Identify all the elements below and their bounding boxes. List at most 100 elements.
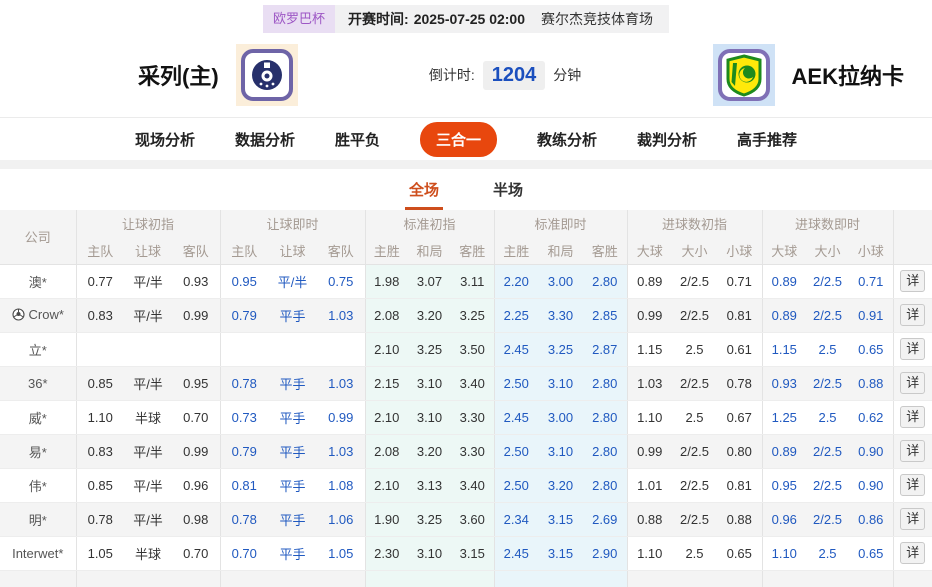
company-cell: 澳* [0, 264, 76, 299]
odds-table-header: 公司 让球初指 让球即时 标准初指 标准即时 进球数初指 进球数即时 主队 让球 客队 主队 让球 客队… [0, 210, 932, 265]
odds-cell: 3.10 [538, 434, 583, 469]
odds-table-body: 澳* 0.77 平/半 0.93 0.95 平/半 0.75 1.98 3.07 3.11 2.20… [0, 264, 932, 587]
col-header: 主胜 [364, 237, 408, 265]
detail-button[interactable]: 详 [900, 303, 926, 327]
odds-cell: 0.89 [761, 298, 807, 333]
odds-cell: 0.88 [626, 502, 672, 537]
detail-cell: 详 [892, 536, 932, 571]
odds-cell: 0.90 [849, 434, 894, 469]
odds-cell: 2.20 [493, 264, 538, 299]
odds-cell [219, 332, 268, 367]
nav-tab[interactable]: 数据分析 [235, 129, 295, 150]
odds-cell: 3.13 [408, 468, 451, 503]
odds-cell: 2/2.5 [806, 502, 850, 537]
odds-cell: 1.10 [626, 536, 672, 571]
odds-cell: 2.5 [806, 536, 850, 571]
odds-cell [219, 570, 268, 587]
odds-cell: 0.99 [172, 434, 220, 469]
odds-cell: 0.81 [717, 298, 763, 333]
odds-cell [172, 570, 220, 587]
odds-cell [451, 570, 494, 587]
odds-cell: 2.5 [672, 332, 717, 367]
odds-cell: 0.96 [761, 502, 807, 537]
countdown: 倒计时: 1204 分钟 [298, 60, 713, 90]
odds-cell: 平手 [268, 298, 317, 333]
nav-tab[interactable]: 裁判分析 [637, 129, 697, 150]
odds-cell: 0.83 [75, 298, 124, 333]
col-header: 和局 [538, 237, 583, 265]
sub-tab[interactable]: 半场 [489, 171, 527, 210]
odds-cell: 0.65 [849, 536, 894, 571]
group-header: 标准初指 [364, 210, 494, 237]
nav-tab[interactable]: 三合一 [419, 121, 497, 157]
odds-cell: 0.98 [172, 502, 220, 537]
match-info-bar: 欧罗巴杯 开赛时间: 2025-07-25 02:00 赛尔杰竞技体育场 [0, 0, 932, 33]
odds-cell: 2.50 [493, 434, 538, 469]
nav-tab[interactable]: 胜平负 [335, 129, 380, 150]
odds-cell [364, 570, 408, 587]
detail-button[interactable]: 详 [900, 337, 926, 361]
odds-cell: 0.65 [849, 332, 894, 367]
odds-cell: 2.08 [364, 298, 408, 333]
detail-button[interactable]: 详 [900, 473, 926, 497]
odds-cell: 0.70 [172, 536, 220, 571]
odds-cell [408, 570, 451, 587]
odds-cell: 0.78 [717, 366, 763, 401]
odds-row: 伟* 0.85 平/半 0.96 0.81 平手 1.08 2.10 3.13 3.40 2.50 3… [0, 468, 932, 503]
countdown-unit: 分钟 [553, 67, 582, 83]
sub-tabs: 全场 半场 [0, 169, 932, 210]
odds-cell: 2/2.5 [806, 298, 850, 333]
odds-row [0, 570, 932, 587]
odds-cell: 0.88 [717, 502, 763, 537]
odds-cell: 2/2.5 [672, 366, 717, 401]
nav-tab[interactable]: 高手推荐 [737, 129, 797, 150]
odds-cell: 3.10 [408, 366, 451, 401]
detail-button[interactable]: 详 [900, 439, 926, 463]
sub-tab[interactable]: 全场 [404, 171, 443, 210]
odds-cell [538, 570, 583, 587]
odds-cell: 2/2.5 [672, 434, 717, 469]
nav-tab[interactable]: 教练分析 [537, 129, 597, 150]
odds-cell: 0.99 [626, 434, 672, 469]
odds-cell: 2.10 [364, 332, 408, 367]
detail-button[interactable]: 详 [900, 405, 926, 429]
company-cell: 36* [0, 366, 76, 401]
detail-cell: 详 [892, 434, 932, 469]
odds-cell: 0.65 [717, 536, 763, 571]
odds-cell: 半球 [124, 536, 172, 571]
odds-cell [124, 332, 172, 367]
odds-cell [717, 570, 763, 587]
detail-button[interactable]: 详 [900, 269, 926, 293]
odds-cell: 3.15 [451, 536, 494, 571]
odds-cell [761, 570, 807, 587]
odds-cell: 2.45 [493, 400, 538, 435]
odds-cell: 3.20 [538, 468, 583, 503]
odds-cell: 2.08 [364, 434, 408, 469]
home-team: 采列(主) [138, 44, 298, 106]
odds-cell: 1.01 [626, 468, 672, 503]
odds-cell: 1.10 [761, 536, 807, 571]
detail-cell: 详 [892, 366, 932, 401]
group-header: 进球数即时 [761, 210, 894, 237]
odds-cell: 2.10 [364, 400, 408, 435]
odds-cell: 0.83 [75, 434, 124, 469]
odds-cell: 2/2.5 [806, 366, 850, 401]
detail-button[interactable]: 详 [900, 541, 926, 565]
odds-cell: 3.25 [408, 332, 451, 367]
odds-cell: 2/2.5 [672, 298, 717, 333]
odds-cell: 1.03 [317, 298, 365, 333]
odds-row: 易* 0.83 平/半 0.99 0.79 平手 1.03 2.08 3.20 3.30 2.50 3… [0, 434, 932, 469]
odds-cell: 2.50 [493, 366, 538, 401]
odds-cell: 3.30 [451, 434, 494, 469]
nav-tab[interactable]: 现场分析 [135, 129, 195, 150]
odds-cell [268, 570, 317, 587]
odds-cell [806, 570, 850, 587]
detail-button[interactable]: 详 [900, 507, 926, 531]
odds-cell: 3.40 [451, 366, 494, 401]
odds-cell [849, 570, 894, 587]
odds-cell: 0.89 [761, 264, 807, 299]
company-cell: 易* [0, 434, 76, 469]
col-header: 让球 [268, 237, 317, 265]
detail-button[interactable]: 详 [900, 371, 926, 395]
odds-cell: 3.10 [538, 366, 583, 401]
